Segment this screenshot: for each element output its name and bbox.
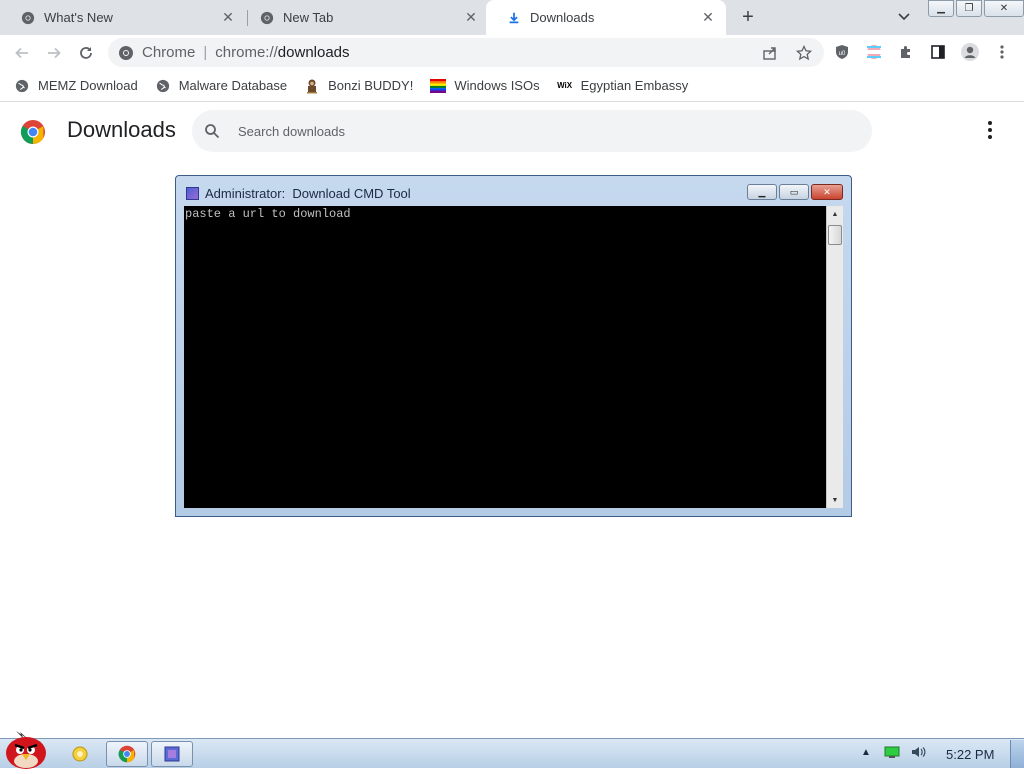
bookmark-label: Bonzi BUDDY! (328, 78, 414, 93)
cmd-window-controls: ▁ ▭ ✕ (745, 184, 843, 200)
chrome-logo-icon (20, 119, 46, 145)
tab-label: Downloads (530, 10, 595, 25)
taskbar-clock[interactable]: 5:22 PM (946, 747, 994, 762)
minimize-window-button[interactable]: ▁ (928, 0, 954, 17)
taskbar-cmd-button[interactable] (151, 741, 193, 767)
side-panel-icon[interactable] (928, 42, 948, 62)
tab-whats-new[interactable]: What's New ✕ (0, 0, 246, 35)
chrome-favicon-icon (20, 10, 36, 26)
cmd-window[interactable]: Administrator: Download CMD Tool ▁ ▭ ✕ p… (175, 175, 852, 517)
window-controls: ▁ ❐ ✕ (928, 0, 1024, 18)
bookmark-label: MEMZ Download (38, 78, 138, 93)
address-bar[interactable]: Chrome | chrome://downloads (108, 38, 824, 67)
globe-icon (155, 78, 171, 94)
bookmark-label: Malware Database (178, 78, 288, 93)
cmd-console[interactable]: paste a url to download (184, 206, 826, 508)
close-tab-icon[interactable]: ✕ (700, 9, 716, 26)
scroll-down-arrow-icon[interactable]: ▼ (827, 492, 843, 508)
url-scheme: chrome:// (215, 44, 278, 61)
page-title: Downloads (67, 117, 176, 142)
cmd-app-icon (186, 187, 199, 200)
tab-new-tab[interactable]: New Tab ✕ (239, 0, 489, 35)
forward-arrow-icon[interactable] (42, 41, 66, 65)
taskbar-chrome-button[interactable] (106, 741, 148, 767)
bookmark-star-icon[interactable] (794, 43, 814, 63)
scroll-up-arrow-icon[interactable]: ▲ (827, 206, 843, 222)
bonzi-icon (304, 78, 320, 94)
wix-icon: WiX (557, 81, 573, 90)
explorer-folder-icon[interactable] (70, 744, 90, 764)
cmd-titlebar[interactable]: Administrator: Download CMD Tool ▁ ▭ ✕ (176, 176, 851, 206)
omnibox-divider: | (203, 44, 208, 61)
url-host: downloads (277, 44, 350, 61)
bookmark-windows-isos[interactable]: Windows ISOs (430, 78, 540, 94)
cmd-minimize-button[interactable]: ▁ (747, 184, 777, 200)
striped-extension-icon[interactable] (864, 42, 884, 62)
downloads-header: Downloads (0, 103, 1024, 159)
scrollbar-thumb[interactable] (828, 225, 842, 245)
bookmark-label: Windows ISOs (454, 78, 540, 93)
angry-bird-start-icon[interactable] (2, 729, 48, 769)
show-hidden-icons-icon[interactable]: ▲ (858, 744, 874, 760)
bookmark-egyptian-embassy[interactable]: WiX Egyptian Embassy (557, 78, 689, 94)
chrome-site-icon (118, 45, 134, 61)
system-tray: ▲ (858, 744, 926, 760)
back-arrow-icon[interactable] (10, 41, 34, 65)
profile-avatar-icon[interactable] (960, 42, 980, 62)
close-window-button[interactable]: ✕ (984, 0, 1024, 17)
close-tab-icon[interactable]: ✕ (463, 9, 479, 26)
omnibox-actions (760, 43, 814, 63)
search-downloads-box[interactable] (192, 110, 872, 152)
tab-label: What's New (44, 10, 113, 25)
browser-toolbar: Chrome | chrome://downloads u0 (0, 35, 1024, 70)
tab-search-chevron-icon[interactable] (894, 7, 914, 27)
bookmarks-bar: MEMZ Download Malware Database Bonzi BUD… (0, 70, 1024, 102)
bookmark-label: Egyptian Embassy (580, 78, 689, 93)
puzzle-extensions-icon[interactable] (896, 42, 916, 62)
extensions-area: u0 (832, 42, 1012, 62)
download-icon (506, 10, 522, 26)
browser-menu-icon[interactable] (992, 42, 1012, 62)
svg-text:u0: u0 (839, 51, 846, 57)
search-icon (204, 121, 224, 141)
bookmark-memz-download[interactable]: MEMZ Download (14, 78, 138, 94)
restore-window-button[interactable]: ❐ (956, 0, 982, 17)
reload-icon[interactable] (74, 41, 98, 65)
globe-icon (14, 78, 30, 94)
tab-downloads[interactable]: Downloads ✕ (486, 0, 726, 35)
chrome-taskbar-icon (118, 745, 136, 763)
cmd-close-button[interactable]: ✕ (811, 184, 843, 200)
chrome-favicon-icon (259, 10, 275, 26)
new-tab-button[interactable]: + (736, 5, 760, 29)
bookmark-bonzi-buddy[interactable]: Bonzi BUDDY! (304, 78, 413, 94)
volume-icon[interactable] (910, 744, 926, 760)
site-name: Chrome (142, 44, 196, 61)
network-icon[interactable] (884, 744, 900, 760)
cmd-scrollbar[interactable]: ▲ ▼ (826, 206, 843, 508)
tab-label: New Tab (283, 10, 334, 25)
bookmark-malware-database[interactable]: Malware Database (155, 78, 287, 94)
close-tab-icon[interactable]: ✕ (220, 9, 236, 26)
tab-strip: What's New ✕ New Tab ✕ Downloads ✕ + ▁ ❐… (0, 0, 1024, 35)
show-desktop-button[interactable] (1010, 740, 1024, 768)
cmd-window-title: Administrator: Download CMD Tool (205, 186, 411, 201)
cmd-maximize-button[interactable]: ▭ (779, 184, 809, 200)
share-icon[interactable] (760, 43, 780, 63)
rainbow-flag-icon (430, 78, 447, 94)
search-input[interactable] (238, 123, 798, 139)
taskbar: ▲ 5:22 PM (0, 731, 1024, 769)
ublock-shield-icon[interactable]: u0 (832, 42, 852, 62)
console-prompt-text: paste a url to download (185, 207, 351, 221)
more-actions-icon[interactable] (980, 120, 1000, 140)
cmd-taskbar-icon (164, 746, 180, 762)
